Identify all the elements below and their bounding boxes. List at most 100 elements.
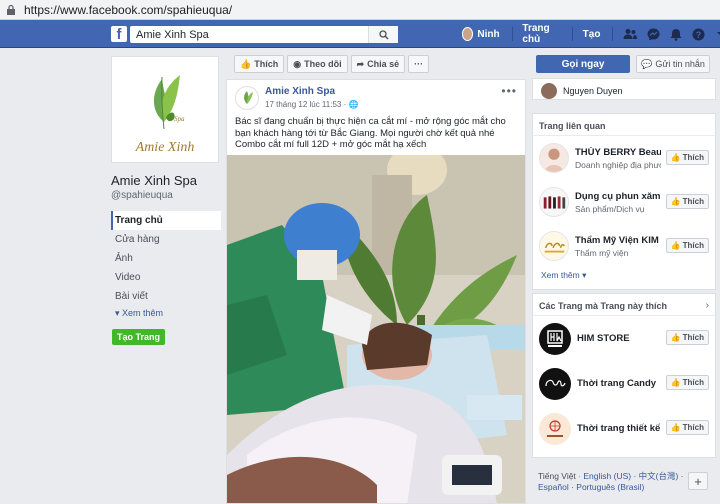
browser-address-bar[interactable]: https://www.facebook.com/spahieuqua/ bbox=[0, 0, 720, 20]
liked-page-row[interactable]: Thời trang thiết kế Li... 👍Thích bbox=[533, 406, 715, 451]
page-title: Amie Xinh Spa bbox=[111, 173, 197, 188]
post-timestamp[interactable]: 17 tháng 12 lúc 11:53 · 🌐 bbox=[265, 100, 358, 109]
svg-text:?: ? bbox=[696, 30, 702, 40]
thumbs-up-icon: 👍 bbox=[670, 197, 681, 206]
friend-name: Nguyen Duyen bbox=[563, 86, 623, 96]
post-header: Amie Xinh Spa 17 tháng 12 lúc 11:53 · 🌐 bbox=[235, 86, 358, 110]
related-see-more[interactable]: Xem thêm ▾ bbox=[533, 268, 715, 283]
search-button[interactable] bbox=[368, 26, 398, 43]
messenger-small-icon: 💬 bbox=[641, 58, 653, 69]
related-page-category: Doanh nghiệp địa phương bbox=[575, 159, 661, 170]
related-page-name[interactable]: Dụng cụ phun xăm N... bbox=[575, 191, 661, 202]
spa-logo-icon: Spa Amie Xinh bbox=[135, 75, 194, 155]
like-label: Thích bbox=[682, 153, 704, 162]
related-page-avatar bbox=[539, 187, 569, 217]
like-label: Thích bbox=[682, 241, 704, 250]
thumbs-up-icon: 👍 bbox=[670, 423, 681, 432]
thumbs-up-icon: 👍 bbox=[670, 378, 681, 387]
thumbs-up-icon: 👍 bbox=[670, 153, 681, 162]
send-message-button[interactable]: 💬 Gửi tin nhắn bbox=[636, 55, 710, 73]
message-label: Gửi tin nhắn bbox=[655, 59, 705, 69]
caret-down-icon: ▾ bbox=[115, 308, 123, 318]
current-language: Tiếng Việt bbox=[538, 471, 576, 481]
post-text-line: Bác sĩ đang chuẩn bị thực hiện ca cắt mí… bbox=[235, 116, 506, 139]
page-action-bar: 👍 Thích ◉ Theo dõi ➦ Chia sẻ ··· bbox=[234, 55, 432, 73]
page-nav-home[interactable]: Trang chủ bbox=[111, 211, 221, 230]
follow-button[interactable]: ◉ Theo dõi bbox=[287, 55, 348, 73]
chevron-right-icon[interactable]: › bbox=[706, 300, 709, 311]
limoda-logo-icon bbox=[547, 419, 563, 437]
page-profile-picture[interactable]: Spa Amie Xinh bbox=[111, 56, 219, 163]
like-related-page-button[interactable]: 👍 Thích bbox=[665, 150, 709, 165]
post-photo[interactable] bbox=[227, 155, 526, 504]
like-page-button[interactable]: 👍 Thích bbox=[234, 55, 285, 73]
friend-row[interactable]: Nguyen Duyen bbox=[533, 79, 715, 103]
liked-page-row[interactable]: HIM STORE 👍 Thích bbox=[533, 316, 715, 361]
post-body: Bác sĩ đang chuẩn bị thực hiện ca cắt mí… bbox=[235, 116, 521, 151]
search-icon bbox=[378, 29, 388, 39]
like-label: Thích bbox=[682, 333, 704, 342]
create-page-button[interactable]: Tạo Trang bbox=[112, 329, 166, 345]
liked-page-name[interactable]: HIM STORE bbox=[577, 333, 663, 344]
call-now-button[interactable]: Gọi ngay bbox=[536, 55, 630, 73]
post-text-line: Combo cắt mí full 12D + mở góc mắt hạ xế… bbox=[235, 139, 427, 150]
related-page-name[interactable]: THÙY BERRY Beauty... bbox=[575, 147, 661, 158]
related-page-name[interactable]: Thẩm Mỹ Viện KIM N... bbox=[575, 235, 661, 246]
related-page-row[interactable]: Thẩm Mỹ Viện KIM N...Thẩm mỹ viện 👍Thích bbox=[533, 224, 715, 268]
search-input[interactable] bbox=[130, 27, 360, 42]
see-more-label: Xem thêm bbox=[541, 270, 580, 280]
follow-label: Theo dõi bbox=[304, 59, 342, 69]
spa-leaf-icon bbox=[244, 91, 253, 104]
help-icon[interactable]: ? bbox=[692, 27, 705, 41]
page-nav-shop[interactable]: Cửa hàng bbox=[111, 230, 221, 249]
related-page-logo-icon bbox=[544, 242, 565, 253]
share-button[interactable]: ➦ Chia sẻ bbox=[350, 55, 406, 73]
like-liked-page-button[interactable]: 👍 Thích bbox=[665, 330, 709, 345]
liked-page-row[interactable]: Thời trang Candy 👍 Thích bbox=[533, 361, 715, 406]
messenger-icon[interactable] bbox=[647, 27, 660, 41]
add-language-plus-icon[interactable]: + bbox=[688, 472, 708, 490]
post-options-icon[interactable]: ••• bbox=[501, 84, 517, 98]
liked-page-name[interactable]: Thời trang Candy bbox=[577, 378, 663, 389]
like-related-page-button[interactable]: 👍 Thích bbox=[665, 194, 709, 209]
nav-divider bbox=[612, 27, 614, 41]
friend-avatar bbox=[541, 83, 557, 99]
page-nav-posts[interactable]: Bài viết bbox=[111, 287, 221, 306]
facebook-logo-icon[interactable]: f bbox=[111, 26, 127, 42]
liked-page-avatar bbox=[539, 412, 571, 445]
like-liked-page-button[interactable]: 👍 Thích bbox=[665, 375, 709, 390]
related-page-row[interactable]: THÙY BERRY Beauty...Doanh nghiệp địa phư… bbox=[533, 136, 715, 180]
like-label: Thích bbox=[682, 378, 704, 387]
user-name-link[interactable]: Ninh bbox=[477, 29, 499, 40]
liked-page-avatar bbox=[539, 367, 571, 400]
notifications-bell-icon[interactable] bbox=[670, 27, 682, 41]
him-store-logo-icon bbox=[547, 329, 563, 347]
related-page-category: Sản phẩm/Dịch vụ bbox=[575, 203, 645, 214]
page-nav-videos[interactable]: Video bbox=[111, 268, 221, 287]
page-username[interactable]: @spahieuqua bbox=[111, 190, 221, 201]
nav-divider bbox=[511, 27, 513, 41]
account-menu-chevron-icon[interactable] bbox=[715, 27, 720, 41]
liked-page-name[interactable]: Thời trang thiết kế Li... bbox=[577, 423, 663, 434]
page-cta-buttons: Gọi ngay 💬 Gửi tin nhắn bbox=[536, 55, 710, 73]
user-avatar[interactable] bbox=[462, 27, 474, 41]
like-liked-page-button[interactable]: 👍 Thích bbox=[665, 420, 709, 435]
home-link[interactable]: Trang chủ bbox=[522, 23, 559, 45]
language-selector: Tiếng Việt · English (US) · 中文(台灣) · Esp… bbox=[538, 471, 684, 492]
related-page-row[interactable]: Dụng cụ phun xăm N...Sản phẩm/Dịch vụ 👍T… bbox=[533, 180, 715, 224]
page-nav-photos[interactable]: Ảnh bbox=[111, 249, 221, 268]
related-page-category: Thẩm mỹ viện bbox=[575, 247, 629, 258]
liked-page-avatar bbox=[539, 322, 571, 355]
more-options-button[interactable]: ··· bbox=[408, 55, 430, 73]
thumbs-up-icon: 👍 bbox=[670, 333, 681, 342]
caret-down-icon: ▾ bbox=[582, 270, 587, 280]
like-related-page-button[interactable]: 👍 Thích bbox=[665, 238, 709, 253]
post-author-name[interactable]: Amie Xinh Spa bbox=[265, 86, 358, 97]
share-arrow-icon: ➦ bbox=[356, 58, 365, 69]
page-left-column: Spa Amie Xinh Amie Xinh Spa @spahieuqua … bbox=[111, 56, 221, 345]
page-nav-see-more[interactable]: ▾ Xem thêm bbox=[111, 308, 221, 319]
search-box[interactable] bbox=[130, 26, 398, 43]
friends-icon[interactable] bbox=[623, 27, 638, 41]
create-link[interactable]: Tạo bbox=[583, 29, 601, 40]
post-author-avatar[interactable] bbox=[235, 86, 259, 110]
